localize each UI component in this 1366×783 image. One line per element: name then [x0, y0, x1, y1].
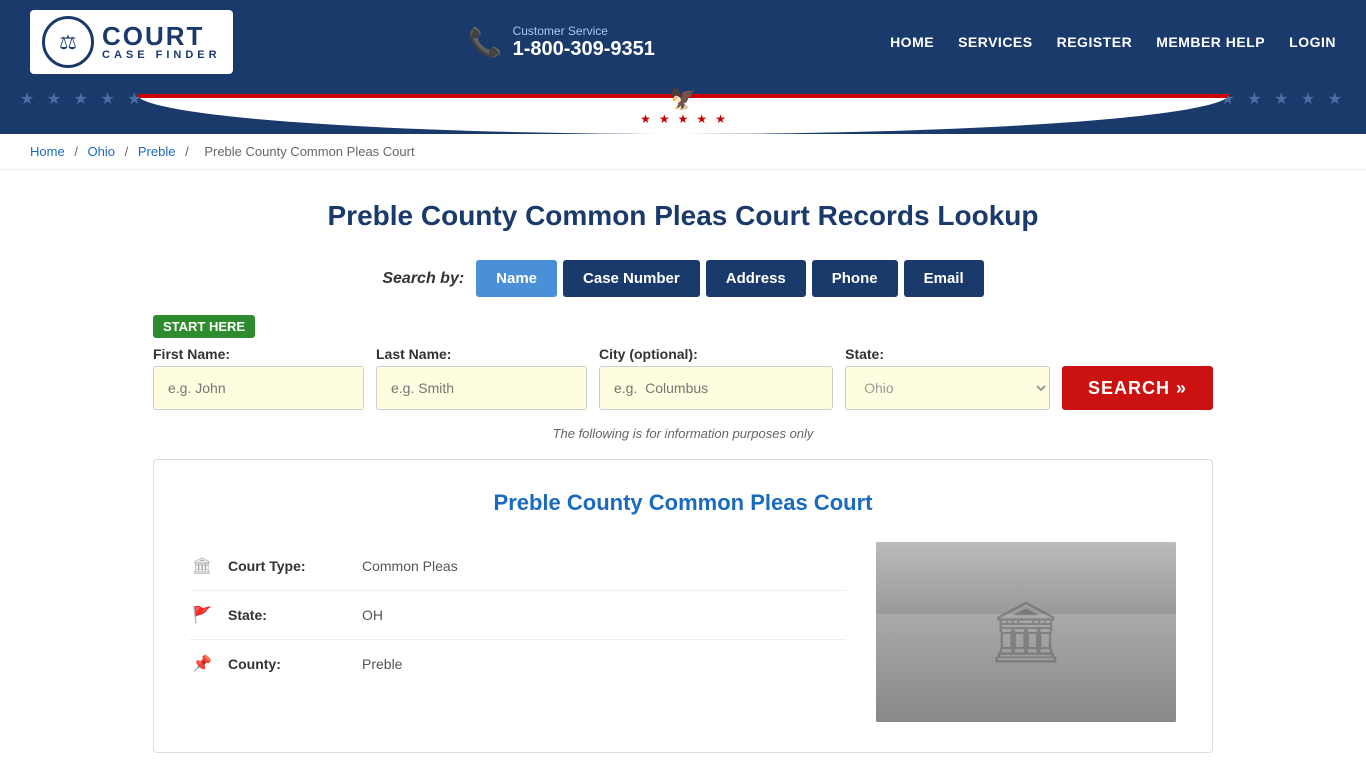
- phone-icon: 📞: [468, 26, 503, 59]
- firstname-group: First Name:: [153, 346, 364, 410]
- court-type-label: Court Type:: [228, 558, 348, 574]
- lastname-input[interactable]: [376, 366, 587, 410]
- court-type-value: Common Pleas: [362, 558, 458, 574]
- court-card-body: 🏛 Court Type: Common Pleas 🚩 State: OH 📌…: [190, 542, 1176, 722]
- nav-home[interactable]: HOME: [890, 34, 934, 50]
- info-note: The following is for information purpose…: [153, 426, 1213, 441]
- banner-stars-center: ★★★★★: [640, 112, 726, 126]
- court-details: 🏛 Court Type: Common Pleas 🚩 State: OH 📌…: [190, 542, 846, 722]
- breadcrumb-sep1: /: [74, 144, 81, 159]
- search-by-label: Search by:: [382, 270, 464, 288]
- state-group: State: AlabamaAlaskaArizonaArkansasCalif…: [845, 346, 1050, 410]
- phone-label: Customer Service: [513, 24, 655, 38]
- nav-register[interactable]: REGISTER: [1057, 34, 1133, 50]
- state-icon: 🚩: [190, 605, 214, 625]
- logo-finder-text: CASE FINDER: [102, 49, 221, 61]
- stars-left: ★ ★ ★ ★ ★: [20, 89, 146, 109]
- phone-area: 📞 Customer Service 1-800-309-9351: [468, 24, 655, 61]
- firstname-input[interactable]: [153, 366, 364, 410]
- state-detail-label: State:: [228, 607, 348, 623]
- logo-box: ⚖ COURT CASE FINDER: [30, 10, 233, 74]
- nav-services[interactable]: SERVICES: [958, 34, 1033, 50]
- court-image: [876, 542, 1176, 722]
- tab-address[interactable]: Address: [706, 260, 806, 297]
- city-label: City (optional):: [599, 346, 833, 362]
- lastname-label: Last Name:: [376, 346, 587, 362]
- breadcrumb-sep2: /: [125, 144, 132, 159]
- main-content: Preble County Common Pleas Court Records…: [133, 170, 1233, 783]
- search-button[interactable]: SEARCH »: [1062, 366, 1213, 410]
- city-input[interactable]: [599, 366, 833, 410]
- detail-row-court-type: 🏛 Court Type: Common Pleas: [190, 542, 846, 591]
- banner-strip: ★ ★ ★ ★ ★ ★ ★ ★ ★ ★ 🦅 ★★★★★: [0, 84, 1366, 134]
- breadcrumb-home[interactable]: Home: [30, 144, 65, 159]
- state-label: State:: [845, 346, 1050, 362]
- phone-info: Customer Service 1-800-309-9351: [513, 24, 655, 61]
- tab-phone[interactable]: Phone: [812, 260, 898, 297]
- nav-member-help[interactable]: MEMBER HELP: [1156, 34, 1265, 50]
- county-icon: 📌: [190, 654, 214, 674]
- logo-emblem: ⚖: [42, 16, 94, 68]
- firstname-label: First Name:: [153, 346, 364, 362]
- search-form-row: First Name: Last Name: City (optional): …: [153, 346, 1213, 410]
- detail-row-county: 📌 County: Preble: [190, 640, 846, 688]
- tab-case-number[interactable]: Case Number: [563, 260, 700, 297]
- nav-login[interactable]: LOGIN: [1289, 34, 1336, 50]
- search-by-row: Search by: Name Case Number Address Phon…: [153, 260, 1213, 297]
- search-form-container: START HERE First Name: Last Name: City (…: [153, 315, 1213, 410]
- page-title: Preble County Common Pleas Court Records…: [153, 200, 1213, 232]
- court-card-title: Preble County Common Pleas Court: [190, 490, 1176, 516]
- breadcrumb-ohio[interactable]: Ohio: [88, 144, 115, 159]
- stars-right: ★ ★ ★ ★ ★: [1221, 89, 1347, 109]
- breadcrumb-current: Preble County Common Pleas Court: [204, 144, 414, 159]
- state-select[interactable]: AlabamaAlaskaArizonaArkansasCaliforniaCo…: [845, 366, 1050, 410]
- tab-email[interactable]: Email: [904, 260, 984, 297]
- city-group: City (optional):: [599, 346, 833, 410]
- breadcrumb-preble[interactable]: Preble: [138, 144, 176, 159]
- phone-number: 1-800-309-9351: [513, 38, 655, 61]
- start-here-badge: START HERE: [153, 315, 255, 338]
- state-detail-value: OH: [362, 607, 383, 623]
- site-header: ⚖ COURT CASE FINDER 📞 Customer Service 1…: [0, 0, 1366, 84]
- logo-text: COURT CASE FINDER: [102, 23, 221, 61]
- logo-court-text: COURT: [102, 23, 221, 49]
- breadcrumb: Home / Ohio / Preble / Preble County Com…: [0, 134, 1366, 170]
- lastname-group: Last Name:: [376, 346, 587, 410]
- court-type-icon: 🏛: [190, 556, 214, 576]
- court-card: Preble County Common Pleas Court 🏛 Court…: [153, 459, 1213, 753]
- logo-area: ⚖ COURT CASE FINDER: [30, 10, 233, 74]
- county-value: Preble: [362, 656, 402, 672]
- breadcrumb-sep3: /: [185, 144, 192, 159]
- main-nav: HOME SERVICES REGISTER MEMBER HELP LOGIN: [890, 34, 1336, 50]
- tab-name[interactable]: Name: [476, 260, 557, 297]
- county-label: County:: [228, 656, 348, 672]
- court-image-placeholder: [876, 542, 1176, 722]
- eagle-icon: 🦅: [669, 86, 696, 112]
- detail-row-state: 🚩 State: OH: [190, 591, 846, 640]
